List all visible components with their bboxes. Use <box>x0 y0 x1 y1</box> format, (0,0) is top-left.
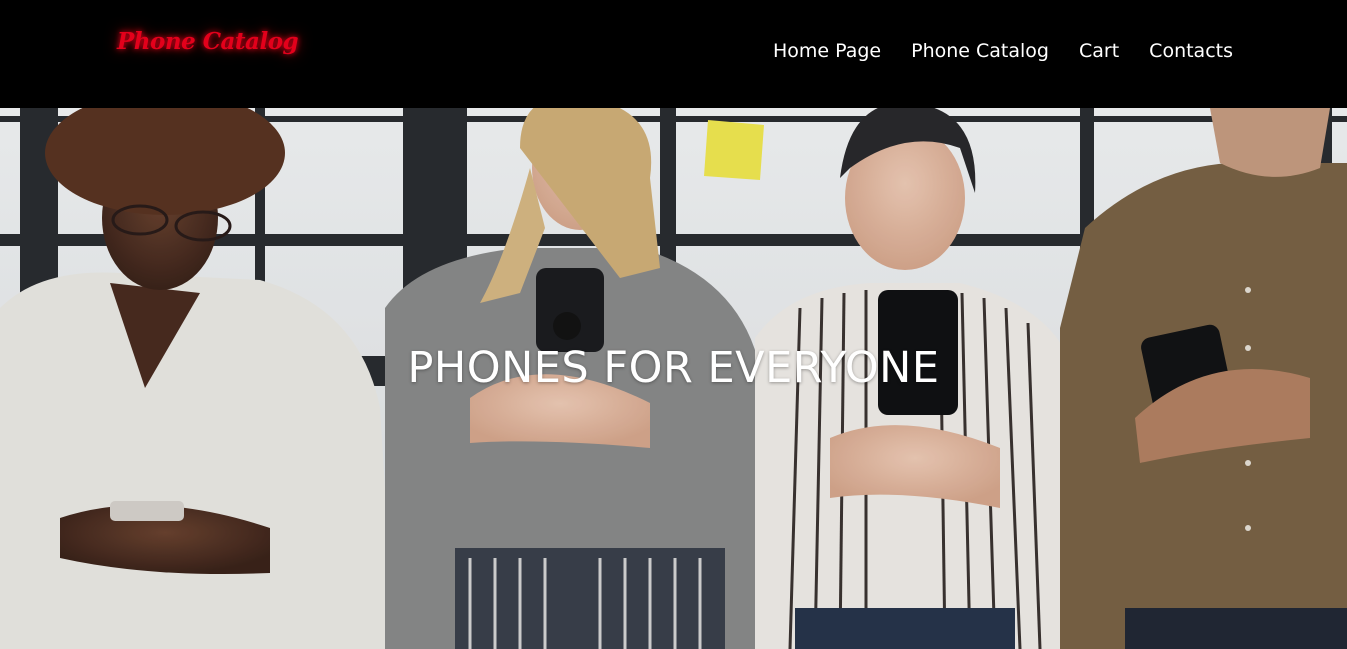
site-logo[interactable]: Phone Catalog <box>117 28 299 55</box>
nav-phone-catalog[interactable]: Phone Catalog <box>911 40 1049 62</box>
top-navbar: Phone Catalog Home Page Phone Catalog Ca… <box>0 0 1347 108</box>
nav-contacts[interactable]: Contacts <box>1149 40 1233 62</box>
hero-title: PHONES FOR EVERYONE <box>407 343 940 393</box>
hero-banner: PHONES FOR EVERYONE <box>0 108 1347 649</box>
nav-cart[interactable]: Cart <box>1079 40 1119 62</box>
nav-home-page[interactable]: Home Page <box>773 40 881 62</box>
main-nav: Home Page Phone Catalog Cart Contacts <box>773 40 1233 62</box>
